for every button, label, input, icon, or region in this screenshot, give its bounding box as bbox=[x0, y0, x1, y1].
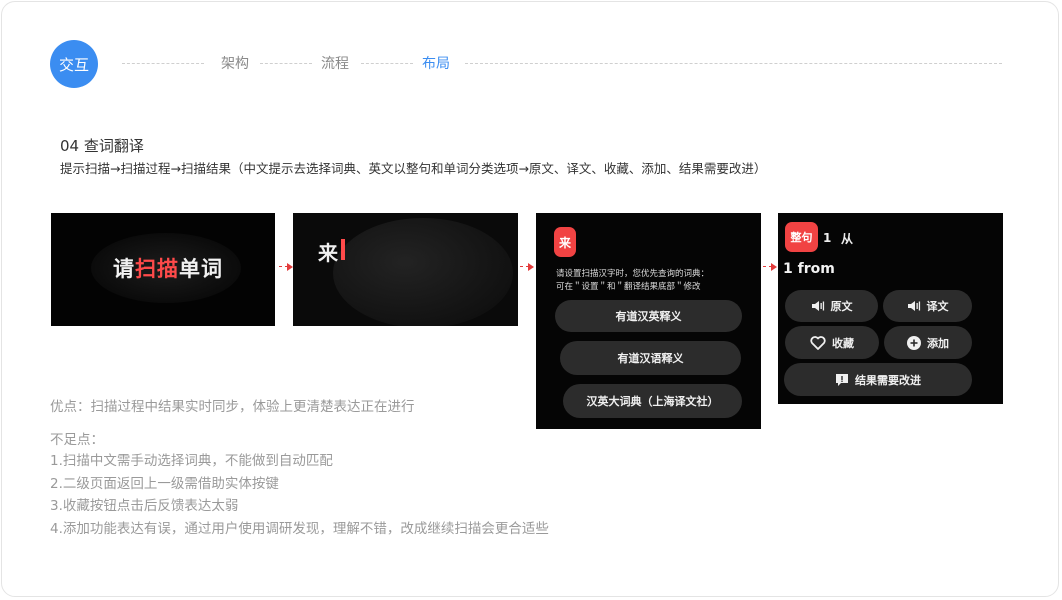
prompt-prefix: 请 bbox=[113, 257, 135, 281]
original-button[interactable]: 原文 bbox=[785, 290, 878, 322]
nav-divider bbox=[361, 63, 413, 64]
translation-button[interactable]: 译文 bbox=[883, 290, 972, 322]
arrow-right-icon bbox=[520, 263, 534, 271]
mode-badge: 整句 bbox=[785, 222, 818, 252]
nav-divider bbox=[260, 63, 312, 64]
dictionary-option-youdao-en[interactable]: 有道汉英释义 bbox=[555, 300, 742, 332]
translation-label: 译文 bbox=[926, 300, 949, 313]
section-description: 提示扫描→扫描过程→扫描结果（中文提示去选择词典、英文以整句和单词分类选项→原文… bbox=[60, 161, 767, 176]
nav-divider bbox=[465, 63, 1002, 64]
dictionary-option-youdao-cn[interactable]: 有道汉语释义 bbox=[560, 341, 741, 375]
section-nav: 交互 架构 流程 布局 bbox=[50, 40, 1002, 88]
add-button[interactable]: 添加 bbox=[884, 326, 972, 359]
plus-circle-icon bbox=[907, 335, 921, 350]
pros-text: 优点：扫描过程中结果实时同步，体验上更清楚表达正在进行 bbox=[50, 399, 415, 415]
screen-scanning: 来 bbox=[293, 213, 518, 326]
nav-current-circle[interactable]: 交互 bbox=[50, 40, 98, 88]
screen-dictionary-select: 来 请设置扫描汉字时，您优先查询的词典： 可在＂设置＂和＂翻译结果底部＂修改 有… bbox=[536, 213, 761, 429]
nav-divider bbox=[122, 63, 204, 64]
hint-line: 可在＂设置＂和＂翻译结果底部＂修改 bbox=[556, 282, 701, 292]
nav-item-architecture[interactable]: 架构 bbox=[221, 54, 249, 74]
favorite-button[interactable]: 收藏 bbox=[785, 326, 879, 359]
heart-icon bbox=[810, 335, 826, 350]
scan-cursor bbox=[341, 239, 345, 260]
list-item: 3.收藏按钮点击后反馈表达太弱 bbox=[50, 498, 239, 514]
screen-translation-result: 整句 1 从 1 from 原文 译文 收藏 添加 结果需要改进 bbox=[778, 213, 1003, 404]
favorite-label: 收藏 bbox=[832, 336, 854, 350]
section-title: 04 查词翻译 bbox=[60, 137, 144, 155]
result-word: 1 from bbox=[783, 261, 835, 277]
hint-line: 请设置扫描汉字时，您优先查询的词典： bbox=[556, 269, 710, 279]
list-item: 1.扫描中文需手动选择词典，不能做到自动匹配 bbox=[50, 453, 333, 469]
add-label: 添加 bbox=[927, 336, 949, 350]
screen-scan-prompt: 请扫描单词 bbox=[51, 213, 275, 326]
scanned-char: 来 bbox=[318, 241, 338, 265]
cons-title: 不足点： bbox=[50, 432, 104, 448]
prompt-suffix: 单词 bbox=[179, 257, 223, 281]
dictionary-option-shanghai[interactable]: 汉英大词典（上海译文社） bbox=[563, 384, 742, 418]
speaker-icon bbox=[907, 301, 920, 311]
arrow-right-icon bbox=[763, 263, 777, 271]
list-item: 2.二级页面返回上一级需借助实体按键 bbox=[50, 475, 279, 492]
dictionary-hint: 请设置扫描汉字时，您优先查询的词典： 可在＂设置＂和＂翻译结果底部＂修改 bbox=[556, 268, 746, 294]
original-label: 原文 bbox=[830, 300, 853, 313]
arrow-right-icon bbox=[279, 263, 293, 271]
scanned-char-badge: 来 bbox=[554, 227, 576, 257]
prompt-highlight: 扫描 bbox=[135, 257, 179, 281]
feedback-button[interactable]: 结果需要改进 bbox=[784, 363, 972, 396]
list-item: 4.添加功能表达有误，通过用户使用调研发现，理解不错，改成继续扫描会更合适些 bbox=[50, 520, 549, 537]
speaker-icon bbox=[811, 301, 824, 311]
feedback-icon bbox=[836, 373, 848, 386]
cons-list: 1.扫描中文需手动选择词典，不能做到自动匹配 2.二级页面返回上一级需借助实体按… bbox=[50, 450, 549, 540]
nav-item-flow[interactable]: 流程 bbox=[321, 54, 349, 74]
nav-item-layout[interactable]: 布局 bbox=[422, 54, 450, 74]
feedback-label: 结果需要改进 bbox=[855, 373, 921, 387]
result-index: 1 bbox=[823, 231, 832, 245]
scan-prompt-text: 请扫描单词 bbox=[113, 253, 223, 283]
result-source: 从 bbox=[841, 232, 854, 246]
